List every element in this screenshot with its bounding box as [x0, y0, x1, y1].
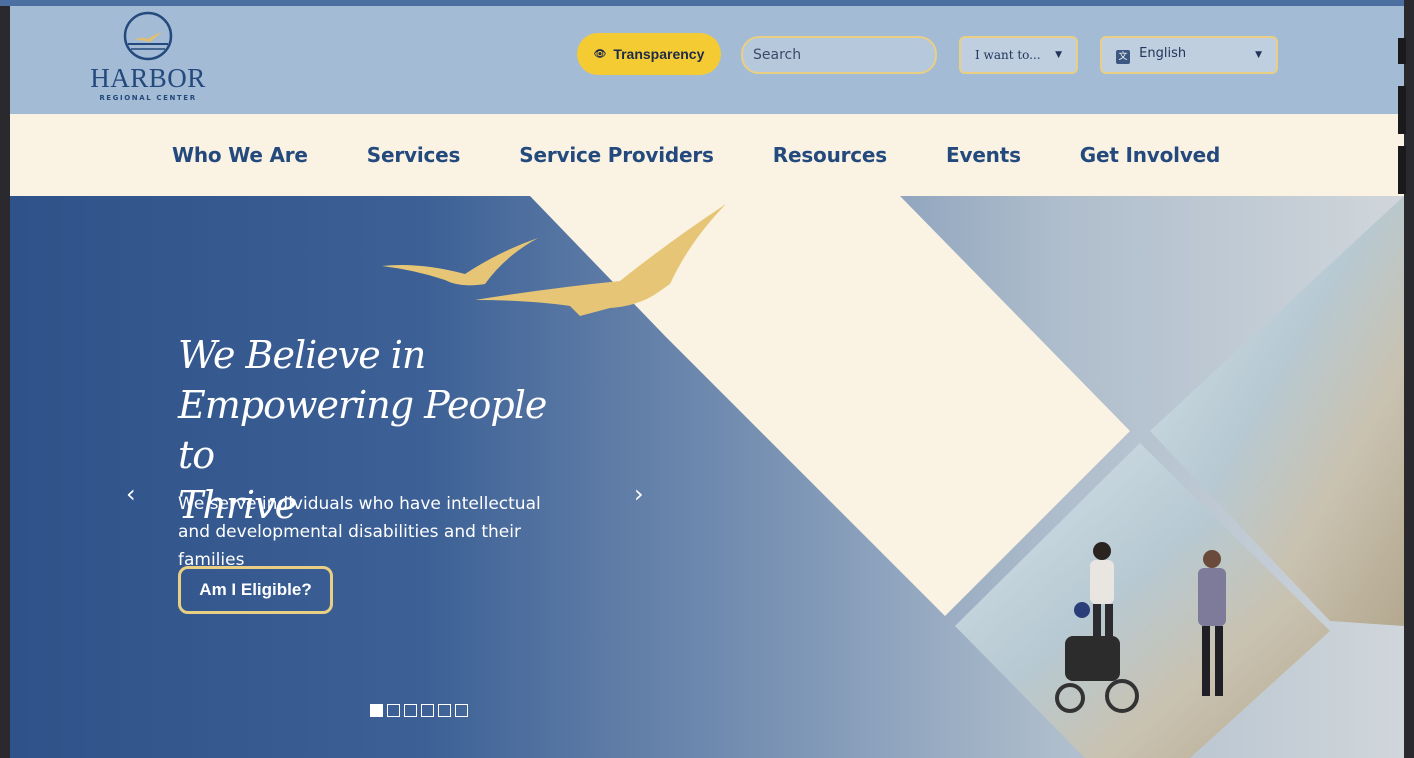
harbor-logo[interactable]: HARBOR REGIONAL CENTER — [80, 10, 216, 106]
hero-subtitle: We serve individuals who have intellectu… — [178, 494, 541, 570]
nav-item-resources[interactable]: Resources — [773, 143, 887, 167]
logo-subtitle: REGIONAL CENTER — [99, 94, 197, 102]
page-frame: HARBOR REGIONAL CENTER 👁 Transparency I … — [10, 6, 1404, 758]
translate-icon: 文 — [1116, 50, 1130, 64]
edge-marker — [1398, 86, 1406, 134]
carousel-dot-4[interactable] — [421, 704, 434, 717]
headline-line-2: Empowering People to — [178, 383, 547, 477]
chevron-left-icon[interactable]: ‹ — [126, 482, 136, 506]
i-want-to-label: I want to... — [975, 48, 1041, 62]
carousel-dot-2[interactable] — [387, 704, 400, 717]
nav-item-service-providers[interactable]: Service Providers — [519, 143, 714, 167]
caret-down-icon: ▼ — [1255, 50, 1262, 60]
carousel-pagination — [370, 704, 468, 717]
transparency-label: Transparency — [613, 46, 705, 62]
nav-item-who-we-are[interactable]: Who We Are — [172, 143, 308, 167]
carousel-dot-3[interactable] — [404, 704, 417, 717]
nav-item-get-involved[interactable]: Get Involved — [1080, 143, 1221, 167]
logo-wordmark: HARBOR — [90, 63, 206, 93]
headline-line-1: We Believe in — [178, 333, 426, 377]
language-label: English — [1139, 46, 1187, 61]
site-header: HARBOR REGIONAL CENTER 👁 Transparency I … — [10, 6, 1404, 114]
main-navigation: Who We Are Services Service Providers Re… — [10, 114, 1404, 196]
chevron-right-icon[interactable]: › — [634, 482, 644, 506]
caret-down-icon: ▼ — [1055, 50, 1062, 60]
edge-marker — [1398, 146, 1406, 194]
nav-item-events[interactable]: Events — [946, 143, 1021, 167]
language-dropdown[interactable]: 文 English ▼ — [1100, 36, 1278, 74]
nav-item-services[interactable]: Services — [367, 143, 461, 167]
carousel-dot-6[interactable] — [455, 704, 468, 717]
hero-carousel: We Believe in Empowering People to Thriv… — [10, 196, 1404, 758]
seagull-small-shape — [382, 238, 538, 286]
eye-icon: 👁 — [593, 48, 607, 60]
am-i-eligible-button[interactable]: Am I Eligible? — [178, 566, 333, 614]
logo-emblem-icon — [123, 11, 173, 61]
carousel-dot-1[interactable] — [370, 704, 383, 717]
carousel-dot-5[interactable] — [438, 704, 451, 717]
search-box[interactable] — [741, 36, 937, 74]
transparency-button[interactable]: 👁 Transparency — [577, 33, 721, 75]
edge-marker — [1398, 38, 1406, 64]
i-want-to-dropdown[interactable]: I want to... ▼ — [959, 36, 1078, 74]
search-input[interactable] — [753, 47, 927, 63]
